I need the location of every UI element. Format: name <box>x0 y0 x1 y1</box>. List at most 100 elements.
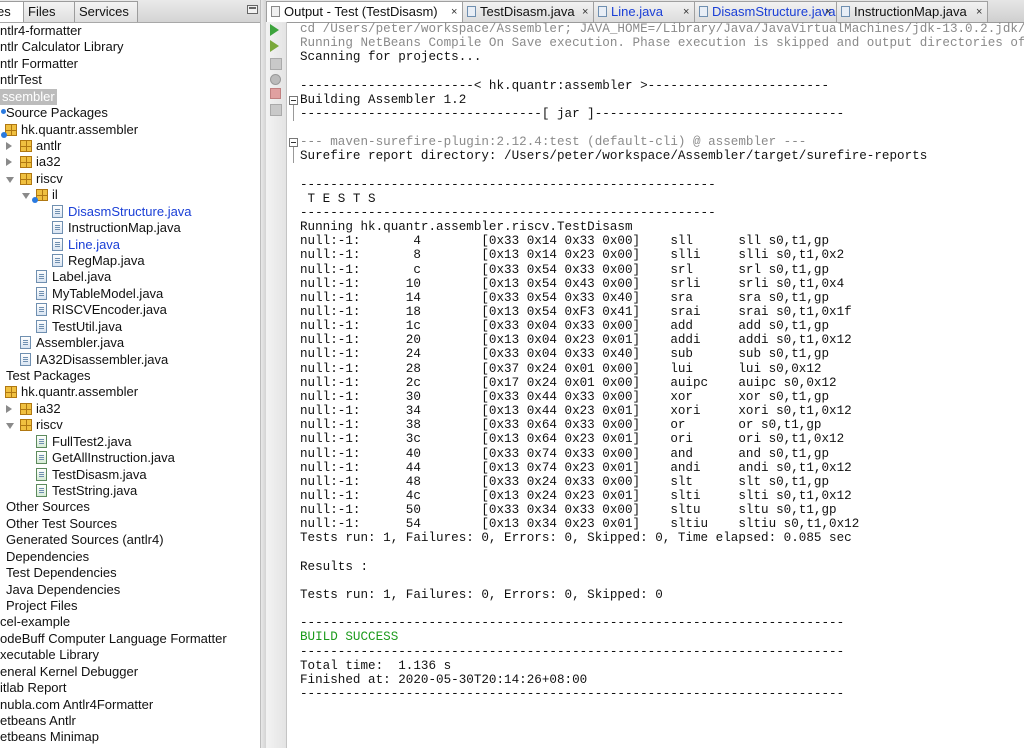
projects-panel: es Files Services ntlr4-formatterntlr Ca… <box>0 0 261 748</box>
tree-item[interactable]: ntlr Calculator Library <box>0 39 260 55</box>
tree-item[interactable]: ntlr4-formatter <box>0 23 260 39</box>
tree-item[interactable]: RegMap.java <box>0 253 260 269</box>
tree-item-label: eneral Kernel Debugger <box>0 663 139 679</box>
tree-item[interactable]: GetAllInstruction.java <box>0 450 260 466</box>
expanded-toggle-icon[interactable] <box>6 423 14 430</box>
tree-item[interactable]: Line.java <box>0 237 260 253</box>
tree-item[interactable]: Test Packages <box>0 368 260 384</box>
settings-icon[interactable] <box>270 74 281 85</box>
tree-item[interactable]: ia32 <box>0 154 260 170</box>
tree-item[interactable]: FullTest2.java <box>0 434 260 450</box>
java-file-icon <box>699 6 708 17</box>
tree-item[interactable]: xecutable Library <box>0 647 260 663</box>
output-line: null:-1: 14 [0x33 0x54 0x33 0x40] sra sr… <box>300 290 830 305</box>
package-icon <box>20 156 32 169</box>
collapsed-toggle-icon[interactable] <box>6 142 12 150</box>
output-line: null:-1: 24 [0x33 0x04 0x33 0x40] sub su… <box>300 347 830 362</box>
expanded-toggle-icon[interactable] <box>6 176 14 183</box>
output-line: -----------------------< hk.quantr:assem… <box>300 78 830 93</box>
close-tab-icon[interactable]: × <box>582 2 588 22</box>
tree-item-label: riscv <box>36 170 63 186</box>
tree-item[interactable]: cel-example <box>0 614 260 630</box>
tree-item[interactable]: hk.quantr.assembler <box>0 384 260 400</box>
tree-item[interactable]: TestUtil.java <box>0 319 260 335</box>
tree-item[interactable]: Java Dependencies <box>0 582 260 598</box>
tree-item[interactable]: RISCVEncoder.java <box>0 302 260 318</box>
output-line: null:-1: 48 [0x33 0x24 0x33 0x00] slt sl… <box>300 474 830 489</box>
tree-item-label: FullTest2.java <box>52 433 132 449</box>
tree-item[interactable]: ntlrTest <box>0 72 260 88</box>
close-tab-icon[interactable]: × <box>451 2 457 22</box>
output-line: null:-1: 44 [0x13 0x74 0x23 0x01] andi a… <box>300 460 852 475</box>
tree-item[interactable]: ssembler <box>0 88 260 105</box>
collapsed-toggle-icon[interactable] <box>6 158 12 167</box>
tree-item-label: Line.java <box>68 236 121 252</box>
stop-icon[interactable] <box>270 88 281 99</box>
minimize-icon[interactable] <box>247 5 258 14</box>
tree-item[interactable]: Dependencies <box>0 549 260 565</box>
java-file-icon <box>841 6 850 17</box>
tree-item[interactable]: Source Packages <box>0 105 260 121</box>
tree-item[interactable]: Other Sources <box>0 499 260 515</box>
tree-item[interactable]: Assembler.java <box>0 335 260 351</box>
continue-icon[interactable] <box>270 58 282 70</box>
output-line: null:-1: 1c [0x33 0x04 0x33 0x00] add ad… <box>300 319 830 334</box>
tab-projects[interactable]: es <box>0 1 24 22</box>
tree-item[interactable]: ntlr Formatter <box>0 56 260 72</box>
editor-tab[interactable]: Output - Test (TestDisasm) × <box>266 1 463 22</box>
output-line: cd /Users/peter/workspace/Assembler; JAV… <box>300 22 1024 36</box>
tree-item[interactable]: itlab Report <box>0 680 260 696</box>
fold-toggle-icon[interactable] <box>289 138 298 148</box>
output-line: null:-1: 18 [0x13 0x54 0xF3 0x41] srai s… <box>300 305 852 319</box>
tree-item[interactable]: DisasmStructure.java <box>0 204 260 220</box>
editor-tab[interactable]: DisasmStructure.java × <box>694 1 837 22</box>
tree-item[interactable]: riscv <box>0 171 260 187</box>
tree-item-label: itlab Report <box>0 680 67 696</box>
tree-item-label: Label.java <box>52 269 112 285</box>
java-file-icon <box>20 352 31 366</box>
tree-item-label: TestDisasm.java <box>52 466 147 482</box>
tree-item[interactable]: TestDisasm.java <box>0 467 260 483</box>
tree-item[interactable]: etbeans Minimap <box>0 729 260 745</box>
tree-item[interactable]: odeBuff Computer Language Formatter <box>0 631 260 647</box>
tree-item[interactable]: antlr <box>0 138 260 154</box>
tab-projects-label: es <box>0 4 11 19</box>
tree-item-label: Test Packages <box>6 368 91 384</box>
tree-item[interactable]: hk.quantr.assembler <box>0 122 260 138</box>
tree-item[interactable]: etbeans Antlr <box>0 713 260 729</box>
editor-tab[interactable]: TestDisasm.java × <box>462 1 594 22</box>
clear-output-icon[interactable] <box>270 104 282 116</box>
tree-item[interactable]: Generated Sources (antlr4) <box>0 532 260 548</box>
tree-item[interactable]: MyTableModel.java <box>0 286 260 302</box>
tree-item[interactable]: nubla.com Antlr4Formatter <box>0 697 260 713</box>
collapsed-toggle-icon[interactable] <box>6 404 12 413</box>
fold-toggle-icon[interactable] <box>289 95 298 105</box>
tree-item-label: ntlr Calculator Library <box>0 39 124 55</box>
expanded-toggle-icon[interactable] <box>22 193 30 200</box>
tree-item[interactable]: InstructionMap.java <box>0 220 260 236</box>
tab-files[interactable]: Files <box>23 1 75 22</box>
tree-item[interactable]: ia32 <box>0 401 260 417</box>
tree-item[interactable]: riscv <box>0 417 260 433</box>
rerun-icon[interactable] <box>270 24 279 36</box>
close-tab-icon[interactable]: × <box>976 2 982 22</box>
editor-tab[interactable]: InstructionMap.java × <box>836 1 988 22</box>
tree-item[interactable]: eneral Kernel Debugger <box>0 664 260 680</box>
tab-services[interactable]: Services <box>74 1 138 22</box>
close-tab-icon[interactable]: × <box>825 2 831 22</box>
tree-item-label: riscv <box>36 417 63 433</box>
tree-item[interactable]: Other Test Sources <box>0 516 260 532</box>
tree-item[interactable]: TestString.java <box>0 483 260 499</box>
tree-item[interactable]: il <box>0 187 260 204</box>
tree-item-label: ntlr4-formatter <box>0 23 82 38</box>
tree-item[interactable]: Test Dependencies <box>0 565 260 581</box>
tree-item[interactable]: IA32Disassembler.java <box>0 352 260 368</box>
editor-tab[interactable]: Line.java × <box>593 1 695 22</box>
output-console[interactable]: cd /Users/peter/workspace/Assembler; JAV… <box>300 22 1024 748</box>
close-tab-icon[interactable]: × <box>683 2 689 22</box>
java-file-icon <box>36 319 47 333</box>
tree-item[interactable]: Project Files <box>0 598 260 614</box>
tree-item[interactable]: Label.java <box>0 269 260 285</box>
rerun-with-options-icon[interactable] <box>270 40 279 52</box>
tree-item-label: IA32Disassembler.java <box>36 351 169 367</box>
